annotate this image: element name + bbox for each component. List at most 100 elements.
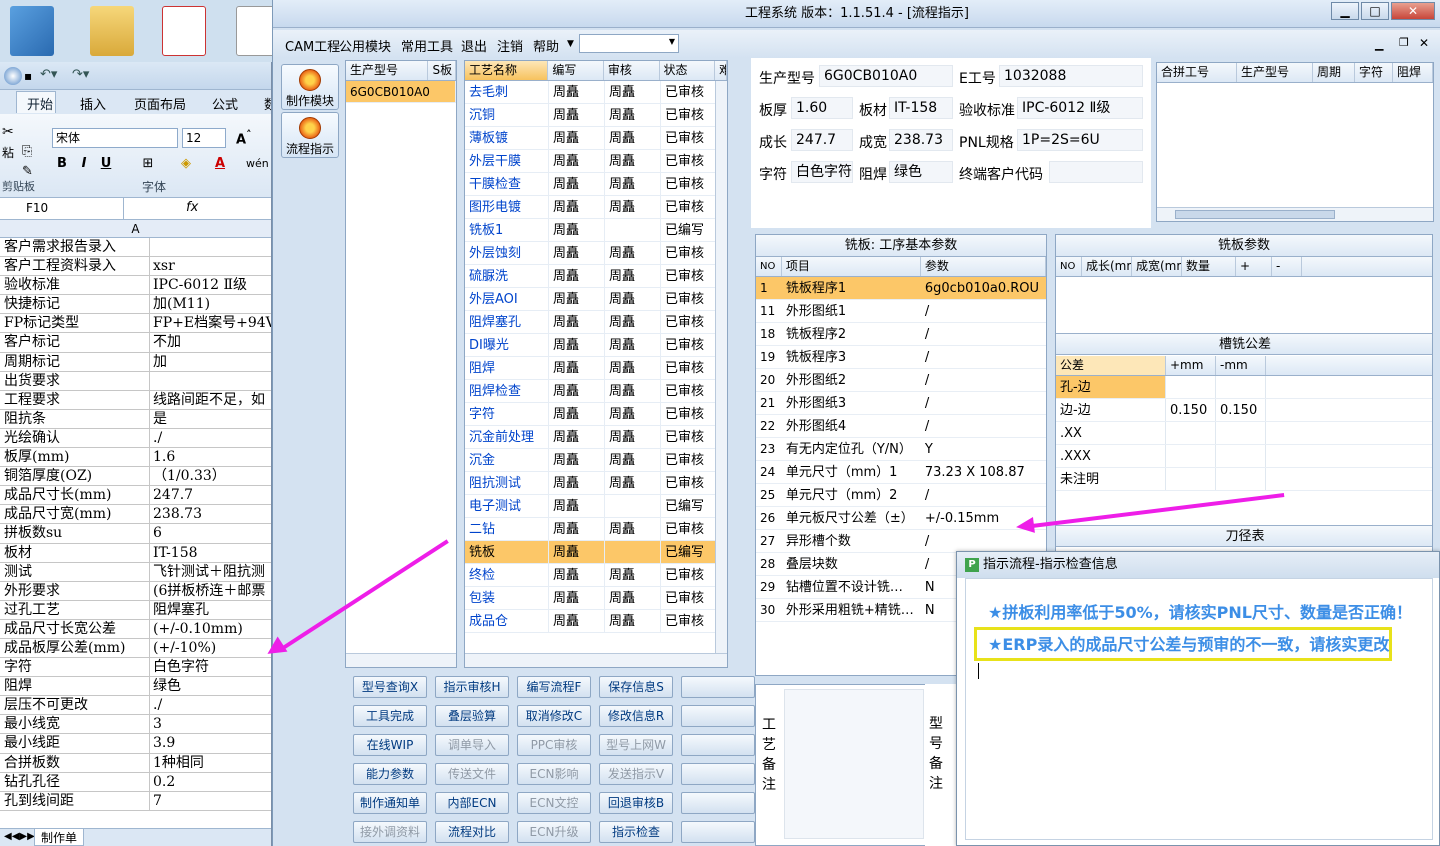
field-value-cell[interactable]: （1/0.33） <box>150 467 271 485</box>
model-field[interactable]: 6G0CB010A0 <box>819 65 953 87</box>
field-name-cell[interactable]: 铜箔厚度(OZ) <box>0 467 150 486</box>
name-box[interactable]: F10 <box>0 198 124 219</box>
col-item[interactable]: 项目 <box>782 257 921 276</box>
table-row[interactable]: 1 铣板程序1 6g0cb010a0.ROU <box>756 277 1046 300</box>
undo-icon[interactable]: ↶▾ <box>40 67 57 82</box>
menu-combo[interactable]: ▼ <box>579 34 679 53</box>
office-button-icon[interactable] <box>4 67 22 85</box>
table-row[interactable]: 干膜检查 周矗 周矗 已审核 <box>465 173 727 196</box>
blank-button[interactable] <box>681 821 755 843</box>
table-row[interactable]: 成品尺寸长宽公差 (+/-0.10mm) <box>0 619 271 639</box>
field-value-cell[interactable]: (+/-10%) <box>150 639 271 657</box>
field-name-cell[interactable]: 孔到线间距 <box>0 791 150 810</box>
table-row[interactable]: 最小线距 3.9 <box>0 734 271 754</box>
col-process-name[interactable]: 工艺名称 <box>465 61 549 80</box>
field-name-cell[interactable]: 最小线距 <box>0 734 150 753</box>
tab-data[interactable]: 数 <box>264 94 271 113</box>
action-button[interactable]: 编写流程F <box>517 676 591 698</box>
table-row[interactable]: 外层蚀刻 周矗 周矗 已审核 <box>465 242 727 265</box>
col-s-board[interactable]: S板 <box>428 61 456 80</box>
table-row[interactable]: 层压不可更改 ./ <box>0 696 271 716</box>
table-row[interactable]: 外层AOI 周矗 周矗 已审核 <box>465 288 727 311</box>
table-row[interactable]: FP标记类型 FP+E档案号+94V <box>0 314 271 334</box>
field-value-cell[interactable]: 白色字符 <box>150 658 271 676</box>
table-row[interactable]: 合拼板数 1种相同 <box>0 753 271 773</box>
action-button[interactable]: PPC审核 <box>517 734 591 756</box>
field-value-cell[interactable]: FP+E档案号+94V <box>150 314 271 332</box>
field-name-cell[interactable]: 板材 <box>0 543 150 562</box>
action-button[interactable]: 发送指示V <box>599 763 673 785</box>
field-name-cell[interactable]: 快捷标记 <box>0 295 150 314</box>
table-row[interactable]: 客户需求报告录入 <box>0 238 271 258</box>
menu-exit[interactable]: 退出 <box>461 36 487 55</box>
field-name-cell[interactable]: 拼板数su <box>0 524 150 543</box>
paste-label[interactable]: 粘 <box>2 144 14 161</box>
menu-help[interactable]: 帮助 <box>533 36 559 55</box>
table-row[interactable]: 成品尺寸宽(mm) 238.73 <box>0 505 271 525</box>
table-row[interactable]: 客户工程资料录入 xsr <box>0 257 271 277</box>
field-value-cell[interactable] <box>150 238 271 256</box>
field-value-cell[interactable]: 飞针测试＋阻抗测 <box>150 563 271 581</box>
table-row[interactable]: 11 外形图纸1 / <box>756 300 1046 323</box>
table-row[interactable]: 孔到线间距 7 <box>0 791 271 811</box>
function-icon[interactable]: fx <box>186 200 198 215</box>
table-row[interactable]: 字符 白色字符 <box>0 658 271 678</box>
field-name-cell[interactable]: 客户标记 <box>0 333 150 352</box>
field-value-cell[interactable]: 是 <box>150 410 271 428</box>
table-row[interactable]: .XXX <box>1056 445 1432 468</box>
field-name-cell[interactable]: FP标记类型 <box>0 314 150 333</box>
col-mill-plus[interactable]: + <box>1236 257 1272 276</box>
tab-home[interactable]: 开始 <box>16 91 56 113</box>
table-row[interactable]: .XX <box>1056 422 1432 445</box>
maximize-button[interactable]: □ <box>1361 2 1389 20</box>
action-button[interactable]: ECN影响 <box>517 763 591 785</box>
col-merge-cycle[interactable]: 周期 <box>1313 63 1355 82</box>
blank-button[interactable] <box>681 705 755 727</box>
field-value-cell[interactable]: 绿色 <box>150 677 271 695</box>
menu-common-tools[interactable]: 常用工具 <box>401 36 453 55</box>
table-row[interactable]: 阻焊 绿色 <box>0 677 271 697</box>
tab-formulas[interactable]: 公式 <box>212 94 238 113</box>
field-name-cell[interactable]: 外形要求 <box>0 581 150 600</box>
action-button[interactable]: 工具完成 <box>353 705 427 727</box>
mdi-close-icon[interactable]: ✕ <box>1419 36 1429 50</box>
sidebar-item-process-indication[interactable]: 流程指示 <box>281 112 339 158</box>
field-value-cell[interactable]: IPC-6012 Ⅱ级 <box>150 276 271 294</box>
mdi-restore-icon[interactable]: ❐ <box>1399 36 1409 49</box>
field-name-cell[interactable]: 工程要求 <box>0 390 150 409</box>
table-row[interactable]: 孔-边 <box>1056 376 1432 399</box>
col-writer[interactable]: 编写 <box>548 61 604 80</box>
table-row[interactable]: 外形要求 (6拼板桥连＋邮票 <box>0 581 271 601</box>
mask-field[interactable]: 绿色 <box>889 161 953 183</box>
fill-color-icon[interactable]: ◈ <box>176 154 196 174</box>
sidebar-item-make-module[interactable]: 制作模块 <box>281 64 339 110</box>
table-row[interactable]: 阻焊 周矗 周矗 已审核 <box>465 357 727 380</box>
col-merge-char[interactable]: 字符 <box>1355 63 1393 82</box>
field-name-cell[interactable]: 合拼板数 <box>0 753 150 772</box>
table-row[interactable]: 铜箔厚度(OZ) （1/0.33） <box>0 467 271 487</box>
blank-button[interactable] <box>681 676 755 698</box>
field-name-cell[interactable]: 客户工程资料录入 <box>0 257 150 276</box>
field-name-cell[interactable]: 阻抗条 <box>0 409 150 428</box>
action-button[interactable]: 型号上网W <box>599 734 673 756</box>
col-plus-mm[interactable]: +mm <box>1166 356 1216 375</box>
field-name-cell[interactable]: 钻孔孔径 <box>0 772 150 791</box>
table-row[interactable]: 硫脲洗 周矗 周矗 已审核 <box>465 265 727 288</box>
field-name-cell[interactable]: 字符 <box>0 658 150 677</box>
table-row[interactable]: 最小线宽 3 <box>0 715 271 735</box>
field-value-cell[interactable]: (+/-0.10mm) <box>150 620 271 638</box>
table-row[interactable]: 过孔工艺 阻焊塞孔 <box>0 600 271 620</box>
col-mill-length[interactable]: 成长(mm) <box>1082 257 1132 276</box>
field-value-cell[interactable]: 6 <box>150 524 271 542</box>
table-row[interactable]: 薄板镀 周矗 周矗 已审核 <box>465 127 727 150</box>
process-grid-vscroll[interactable] <box>715 81 727 655</box>
table-row[interactable]: 边-边 0.150 0.150 <box>1056 399 1432 422</box>
col-no[interactable]: NO <box>756 257 782 276</box>
border-icon[interactable]: ⊞ <box>138 154 158 174</box>
action-button[interactable]: 流程对比 <box>435 821 509 843</box>
table-row[interactable]: 成品仓 周矗 周矗 已审核 <box>465 610 727 633</box>
action-button[interactable]: 制作通知单 <box>353 792 427 814</box>
field-value-cell[interactable]: 0.2 <box>150 773 271 791</box>
field-value-cell[interactable]: 3 <box>150 715 271 733</box>
standard-field[interactable]: IPC-6012 Ⅱ级 <box>1017 97 1143 119</box>
